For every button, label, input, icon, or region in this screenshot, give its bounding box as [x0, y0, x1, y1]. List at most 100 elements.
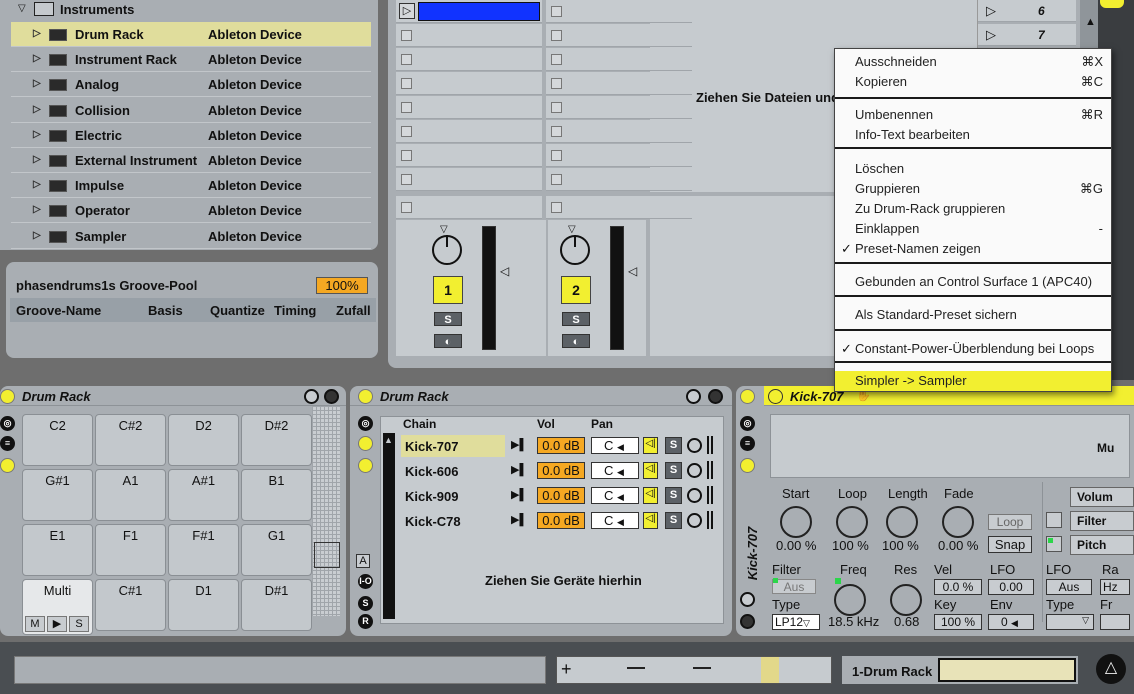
scroll-up-icon[interactable]: ▲ — [1085, 16, 1096, 28]
expand-triangle-icon[interactable]: ▷ — [33, 179, 41, 190]
browser-item[interactable]: ▷ Analog Ableton Device — [11, 72, 371, 98]
rack-list-icon[interactable]: ≡ — [0, 436, 15, 451]
drum-pad[interactable]: G1 — [241, 524, 312, 576]
play-icon[interactable]: ▷ — [399, 3, 415, 19]
chain-mute-icon[interactable]: ◁| — [643, 462, 658, 479]
track-activator-2[interactable]: 2 — [561, 276, 591, 304]
arm-button-1[interactable]: ◐ — [434, 334, 462, 348]
chain-mute-icon[interactable]: ◁| — [643, 487, 658, 504]
drum-pad[interactable]: A1 — [95, 469, 166, 521]
filter-type-select[interactable]: LP12▽ — [772, 614, 820, 630]
expand-triangle-icon[interactable]: ▷ — [33, 154, 41, 165]
expand-triangle-icon[interactable]: ▽ — [18, 3, 26, 14]
vel-field[interactable]: 0.0 % — [934, 579, 982, 595]
filter-toggle[interactable] — [1046, 512, 1062, 528]
chain-row[interactable]: Kick-606 — [401, 460, 505, 482]
expand-triangle-icon[interactable]: ▷ — [33, 78, 41, 89]
chain-row[interactable]: Kick-707 — [401, 435, 505, 457]
drum-pad[interactable]: E1 — [22, 524, 93, 576]
stop-icon[interactable] — [551, 202, 562, 213]
browser-item[interactable]: ▷ Impulse Ableton Device — [11, 173, 371, 199]
menu-item[interactable]: Umbenennen — [855, 107, 933, 122]
chain-volume[interactable]: 0.0 dB — [537, 512, 585, 529]
crosshair-icon[interactable]: + — [561, 659, 572, 680]
pad-solo-button[interactable]: S — [69, 616, 89, 632]
clip-slot[interactable] — [546, 24, 692, 47]
device-view-icon[interactable] — [358, 458, 373, 473]
menu-item[interactable]: Simpler -> Sampler — [855, 373, 967, 388]
drum-pad[interactable]: D#2 — [241, 414, 312, 466]
stop-icon[interactable] — [401, 126, 412, 137]
scene-launch-icon[interactable]: ▷ — [986, 27, 996, 43]
volume-slider-icon[interactable]: ◁ — [628, 264, 637, 278]
chain-pan[interactable]: C ◀ — [591, 437, 639, 454]
device-on-icon[interactable] — [740, 389, 755, 404]
lfo-field[interactable]: 0.00 — [988, 579, 1034, 595]
chain-scrollbar[interactable] — [383, 433, 395, 619]
param-knob[interactable] — [942, 506, 974, 538]
menu-item[interactable]: Einklappen — [855, 221, 919, 236]
snap-button[interactable]: Snap — [988, 536, 1032, 553]
save-preset-icon[interactable] — [324, 389, 339, 404]
stop-icon[interactable] — [551, 30, 562, 41]
stop-icon[interactable] — [551, 150, 562, 161]
hot-swap-icon[interactable] — [304, 389, 319, 404]
stop-icon[interactable] — [551, 126, 562, 137]
chain-solo-button[interactable]: S — [665, 487, 682, 504]
clip-slot[interactable] — [396, 144, 542, 167]
menu-item[interactable]: Gebunden an Control Surface 1 (APC40) — [855, 274, 1092, 289]
overview-icon[interactable] — [1100, 0, 1124, 8]
env-field[interactable]: 0 ◀ — [988, 614, 1034, 630]
stop-icon[interactable] — [551, 78, 562, 89]
hot-swap-icon[interactable] — [686, 389, 701, 404]
track-activator-1[interactable]: 1 — [433, 276, 463, 304]
browser-item[interactable]: ▷ Collision Ableton Device — [11, 98, 371, 123]
loop-button[interactable]: Loop — [988, 514, 1032, 530]
drum-pad[interactable]: D1 — [168, 579, 239, 631]
clip-slot[interactable] — [396, 72, 542, 95]
drum-pad[interactable]: D#1 — [241, 579, 312, 631]
chain-mute-icon[interactable]: ◁| — [643, 437, 658, 454]
col-timing[interactable]: Timing — [274, 303, 316, 318]
stop-icon[interactable] — [551, 174, 562, 185]
chain-pan[interactable]: C ◀ — [591, 487, 639, 504]
pitch-tab[interactable]: Pitch — [1070, 535, 1134, 555]
browser-item[interactable]: ▷ Operator Ableton Device — [11, 198, 371, 224]
freq-knob[interactable] — [834, 584, 866, 616]
menu-item[interactable]: Löschen — [855, 161, 904, 176]
selected-slot[interactable] — [418, 2, 540, 21]
chain-hot-swap-icon[interactable] — [687, 463, 702, 478]
menu-item[interactable]: Kopieren — [855, 74, 907, 89]
volume-slider-icon[interactable]: ◁ — [500, 264, 509, 278]
toggle-view-icon[interactable]: △ — [1096, 654, 1126, 684]
col-zufall[interactable]: Zufall — [336, 303, 371, 318]
drum-pad[interactable]: D2 — [168, 414, 239, 466]
expand-triangle-icon[interactable]: ▷ — [33, 53, 41, 64]
menu-item[interactable]: Info-Text bearbeiten — [855, 127, 970, 142]
macro-icon[interactable]: ◎ — [358, 416, 373, 431]
clip-slot[interactable] — [396, 168, 542, 191]
menu-item[interactable]: Gruppieren — [855, 181, 920, 196]
clip-slot[interactable] — [546, 168, 692, 191]
solo-button-2[interactable]: S — [562, 312, 590, 326]
clip-slot[interactable] — [396, 48, 542, 71]
stop-icon[interactable] — [401, 78, 412, 89]
drum-pad[interactable]: F1 — [95, 524, 166, 576]
browser-item[interactable]: ▷ Drum Rack Ableton Device — [11, 22, 371, 47]
chain-solo-button[interactable]: S — [665, 437, 682, 454]
pad-overview-grid[interactable] — [312, 406, 340, 616]
expand-triangle-icon[interactable]: ▷ — [33, 230, 41, 241]
drum-pad[interactable]: F#1 — [168, 524, 239, 576]
pad-overview-selector[interactable] — [314, 542, 340, 568]
device-on-icon[interactable] — [358, 389, 373, 404]
chain-activator-icon[interactable]: ▶▌ — [511, 488, 527, 501]
rack-pad-view-icon[interactable] — [0, 458, 15, 473]
stop-icon[interactable] — [551, 54, 562, 65]
groove-percent-field[interactable]: 100% — [316, 277, 368, 294]
param-knob[interactable] — [836, 506, 868, 538]
chain-hot-swap-icon[interactable] — [687, 513, 702, 528]
chain-row[interactable]: Kick-C78 — [401, 510, 505, 532]
menu-item[interactable]: Constant-Power-Überblendung bei Loops — [855, 341, 1094, 356]
chain-volume[interactable]: 0.0 dB — [537, 462, 585, 479]
chain-volume[interactable]: 0.0 dB — [537, 437, 585, 454]
